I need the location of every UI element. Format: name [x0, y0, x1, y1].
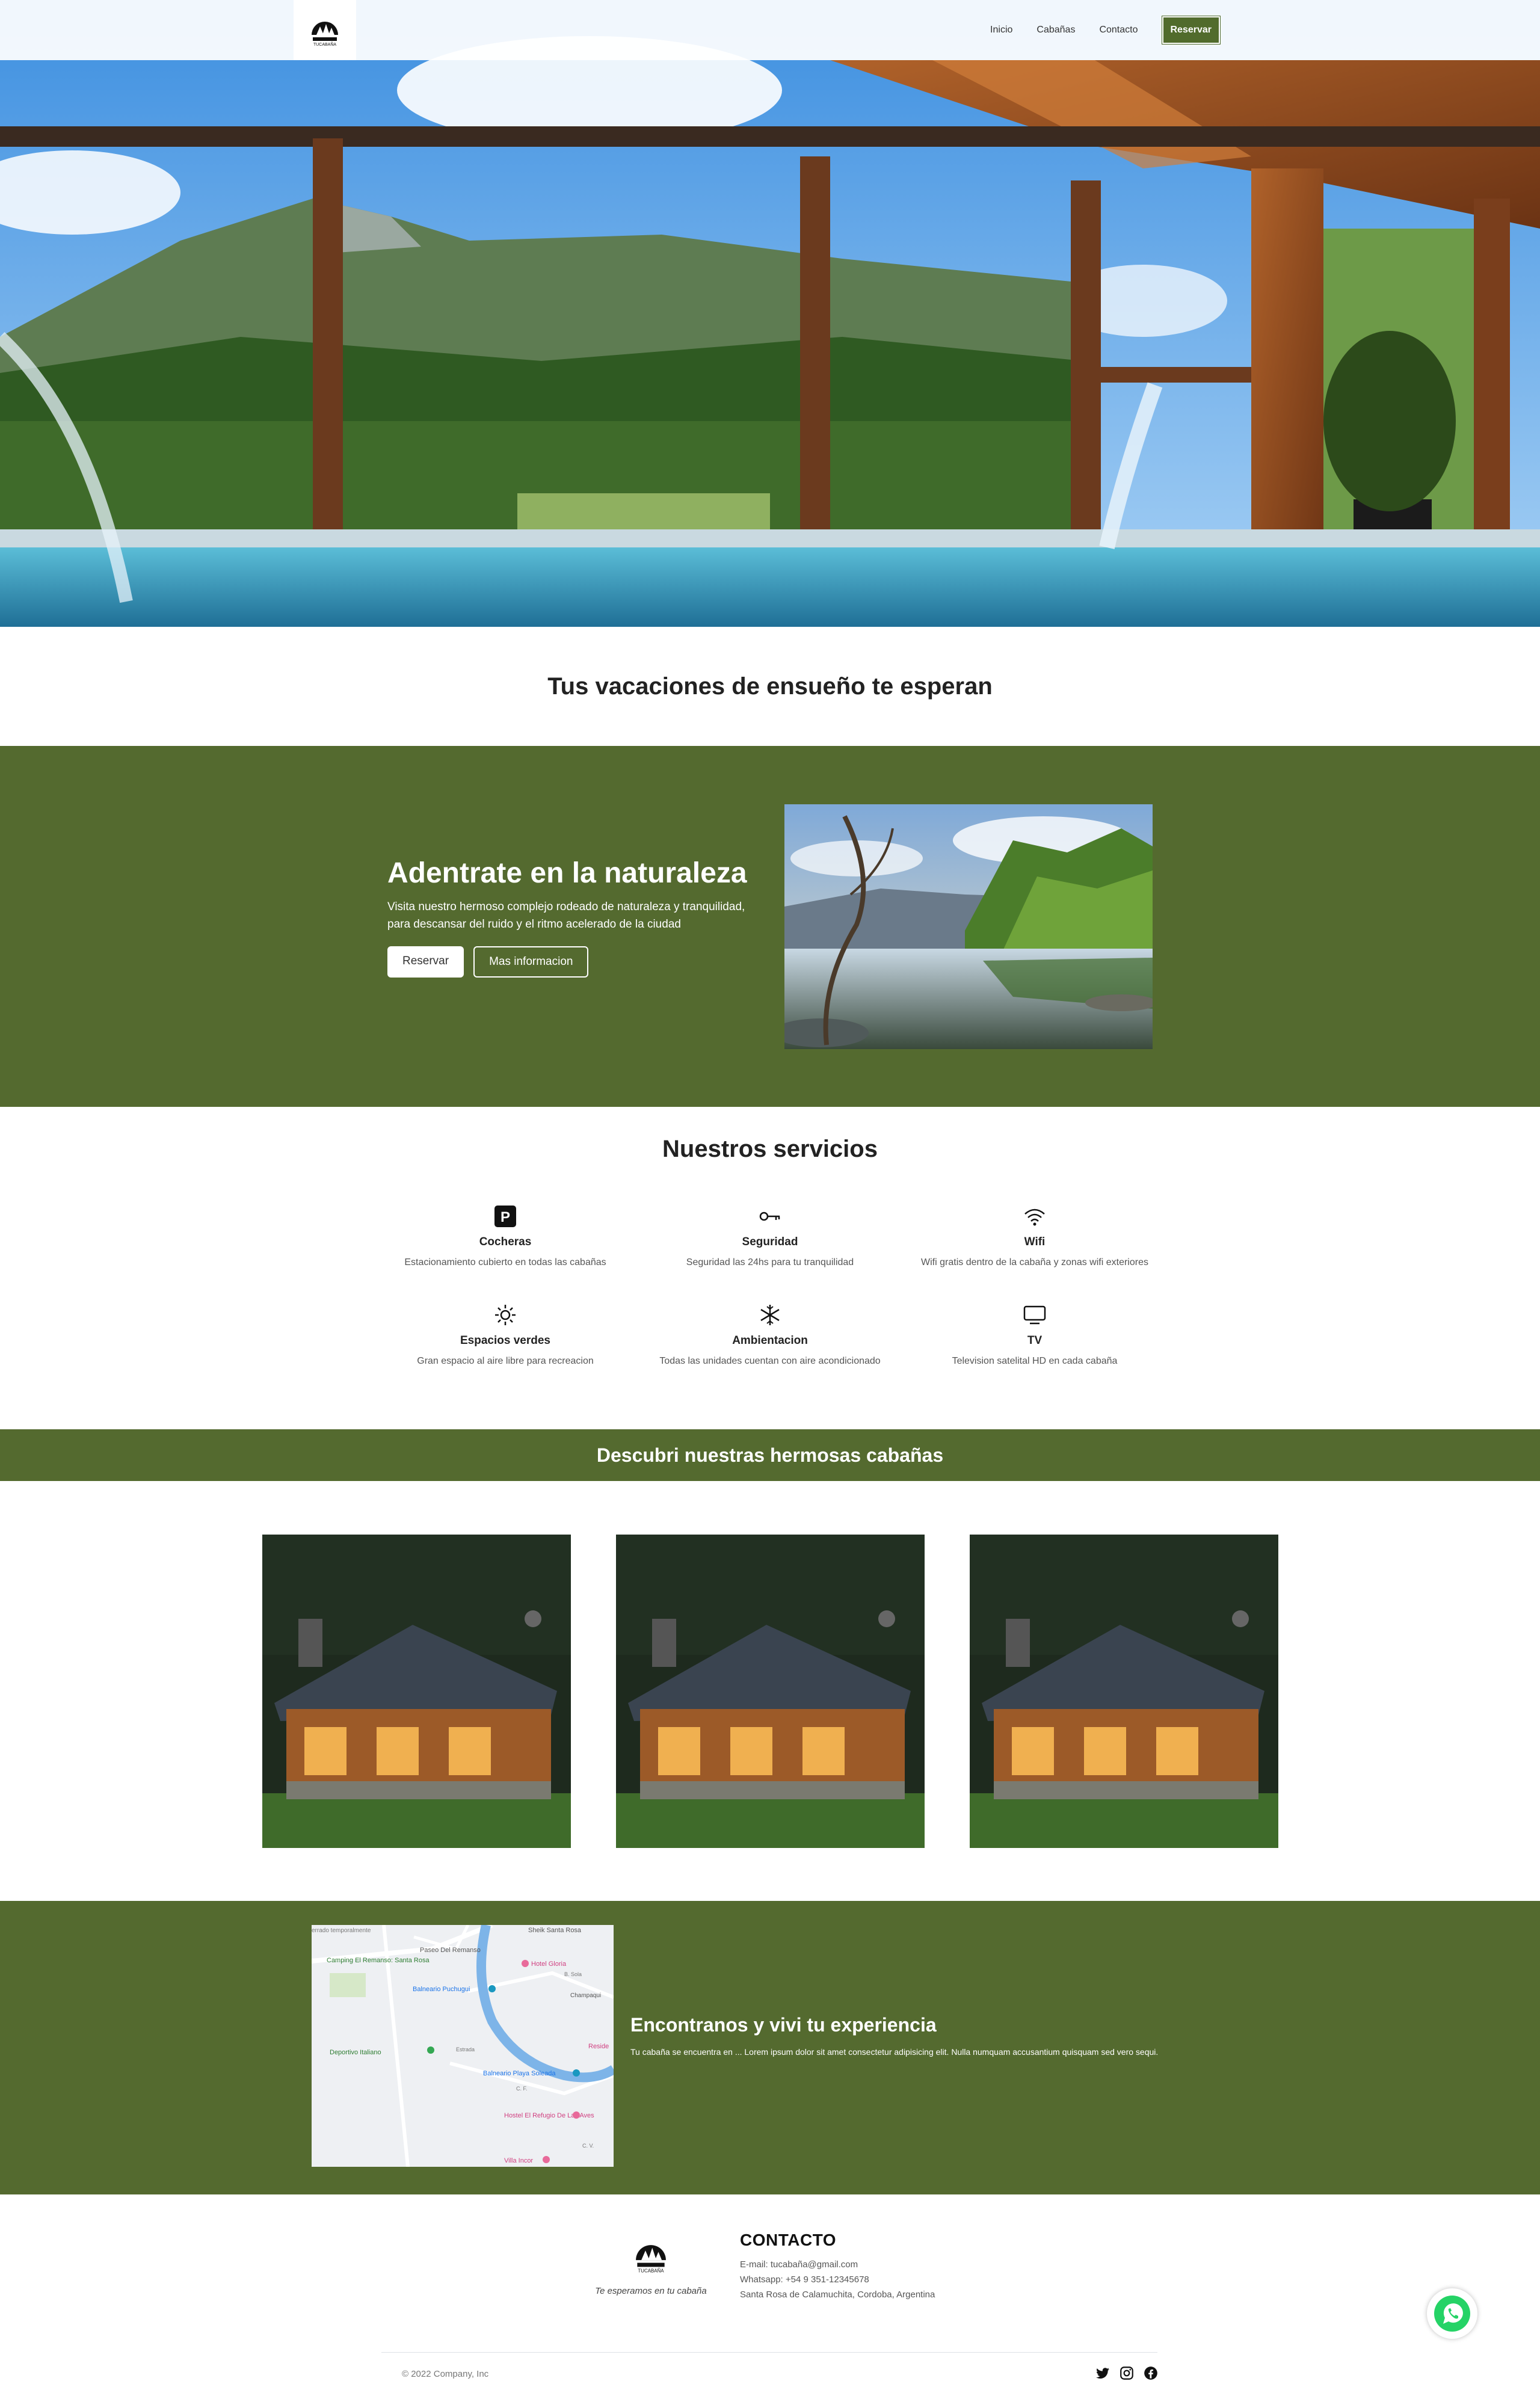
services-section: Nuestros servicios P Cocheras Estacionam…: [0, 1107, 1540, 1429]
service-ambientacion: Ambientacion Todas las unidades cuentan …: [638, 1303, 902, 1367]
contact-whatsapp: Whatsapp: +54 9 351-12345678: [740, 2274, 869, 2285]
navbar: TUCABAÑA Inicio Cabañas Contacto Reserva…: [0, 0, 1540, 60]
nature-buttons: Reservar Mas informacion: [387, 946, 760, 978]
services-title: Nuestros servicios: [662, 1136, 878, 1162]
reserve-button[interactable]: Reservar: [387, 946, 464, 978]
map-label-hotel: Hotel Gloria: [531, 1960, 567, 1968]
nav-link-inicio[interactable]: Inicio: [978, 25, 1024, 35]
service-name: TV: [1027, 1334, 1043, 1347]
whatsapp-icon: [1434, 2296, 1470, 2332]
map-label-street2: Estrada: [456, 2046, 475, 2052]
contact-email: E-mail: tucabaña@gmail.com: [740, 2259, 858, 2270]
map-label-street4: C. V.: [582, 2143, 594, 2149]
key-icon: [759, 1212, 780, 1221]
service-desc: Wifi gratis dentro de la cabaña y zonas …: [921, 1257, 1148, 1267]
location-text: Encontranos y vivi tu experiencia Tu cab…: [630, 2014, 1220, 2059]
tv-icon: [1023, 1305, 1046, 1325]
nav-link-contacto[interactable]: Contacto: [1087, 25, 1150, 35]
contact-address: Santa Rosa de Calamuchita, Cordoba, Arge…: [740, 2290, 935, 2300]
map-label-street1: B. Sola: [564, 1971, 582, 1977]
map-label-paseo: Paseo Del Remanso: [420, 1947, 481, 1954]
map-label-closed: errado temporalmente: [312, 1927, 371, 1934]
footer-logo-icon: TUCABAÑA: [636, 2245, 666, 2273]
svg-text:P: P: [500, 1209, 510, 1225]
footer-divider: [381, 2352, 1157, 2353]
cabin-photo-1[interactable]: [262, 1535, 571, 1848]
location-title: Encontranos y vivi tu experiencia: [630, 2014, 937, 2036]
map-label-sheik: Sheik Santa Rosa: [528, 1927, 582, 1934]
tagline-section: Tus vacaciones de ensueño te esperan: [0, 627, 1540, 746]
service-name: Ambientacion: [732, 1334, 808, 1347]
location-map[interactable]: errado temporalmente Sheik Santa Rosa Pa…: [312, 1925, 614, 2167]
wifi-icon: [1024, 1209, 1045, 1226]
map-label-resid: Reside: [588, 2043, 609, 2050]
map-label-hostel: Hostel El Refugio De Las Aves: [504, 2112, 594, 2119]
snowflake-icon: [760, 1305, 780, 1325]
copyright: © 2022 Company, Inc: [402, 2369, 489, 2379]
nature-title: Adentrate en la naturaleza: [387, 857, 747, 889]
map-label-deportivo: Deportivo Italiano: [330, 2049, 381, 2056]
facebook-icon[interactable]: [1143, 2365, 1159, 2381]
map-label-champaqui: Champaqui: [570, 1992, 601, 1999]
service-name: Espacios verdes: [460, 1334, 550, 1347]
map-label-playa: Balneario Playa Soleada: [483, 2070, 556, 2077]
sun-icon: [495, 1305, 516, 1325]
nature-section: Adentrate en la naturaleza Visita nuestr…: [0, 746, 1540, 1107]
map-label-villa: Villa Incor: [504, 2157, 533, 2164]
service-name: Seguridad: [742, 1236, 798, 1248]
logo-text: TUCABAÑA: [313, 42, 336, 47]
nav-reserve-button[interactable]: Reservar: [1161, 16, 1221, 45]
social-links: [1095, 2365, 1159, 2381]
cabin-photo-3[interactable]: [970, 1535, 1278, 1848]
whatsapp-button[interactable]: [1427, 2288, 1477, 2339]
footer: TUCABAÑA Te esperamos en tu cabaña CONTA…: [0, 2194, 1540, 2402]
cabins-banner: Descubri nuestras hermosas cabañas: [0, 1429, 1540, 1481]
map-label-balneario: Balneario Puchugui: [413, 1986, 470, 1993]
nav-link-cabanas[interactable]: Cabañas: [1024, 25, 1087, 35]
cabin-logo-icon: TUCABAÑA: [312, 22, 338, 47]
map-label-camping: Camping El Remanso: Santa Rosa: [327, 1957, 430, 1964]
map-label-street3: C. F.: [516, 2086, 528, 2092]
brand-logo[interactable]: TUCABAÑA: [294, 0, 356, 60]
twitter-icon[interactable]: [1095, 2365, 1110, 2381]
service-desc: Seguridad las 24hs para tu tranquilidad: [686, 1257, 854, 1267]
service-desc: Todas las unidades cuentan con aire acon…: [659, 1356, 881, 1366]
cabin-photo-2[interactable]: [616, 1535, 925, 1848]
more-info-button[interactable]: Mas informacion: [473, 946, 589, 978]
service-tv: TV Television satelital HD en cada cabañ…: [902, 1303, 1167, 1367]
instagram-icon[interactable]: [1119, 2365, 1135, 2381]
service-desc: Estacionamiento cubierto en todas las ca…: [404, 1257, 606, 1267]
service-wifi: Wifi Wifi gratis dentro de la cabaña y z…: [902, 1204, 1167, 1268]
service-desc: Television satelital HD en cada cabaña: [952, 1356, 1118, 1366]
cabins-title: Descubri nuestras hermosas cabañas: [596, 1444, 944, 1466]
nav-links: Inicio Cabañas Contacto Reservar: [978, 0, 1221, 60]
service-name: Cocheras: [479, 1236, 532, 1248]
footer-slogan: Te esperamos en tu cabaña: [595, 2286, 707, 2296]
contact-title: CONTACTO: [740, 2231, 837, 2249]
service-desc: Gran espacio al aire libre para recreaci…: [417, 1356, 594, 1366]
location-section: errado temporalmente Sheik Santa Rosa Pa…: [0, 1901, 1540, 2194]
nature-text: Adentrate en la naturaleza Visita nuestr…: [387, 857, 760, 978]
hero-image: [0, 0, 1540, 627]
tagline-heading: Tus vacaciones de ensueño te esperan: [547, 673, 993, 700]
footer-logo-text: TUCABAÑA: [638, 2268, 664, 2273]
service-cocheras: P Cocheras Estacionamiento cubierto en t…: [373, 1204, 638, 1268]
service-seguridad: Seguridad Seguridad las 24hs para tu tra…: [638, 1204, 902, 1268]
contact-block: CONTACTO E-mail: tucabaña@gmail.com What…: [740, 2231, 935, 2302]
location-description: Tu cabaña se encuentra en ... Lorem ipsu…: [630, 2047, 1159, 2057]
service-espacios-verdes: Espacios verdes Gran espacio al aire lib…: [373, 1303, 638, 1367]
nature-description: Visita nuestro hermoso complejo rodeado …: [387, 901, 745, 931]
parking-icon: P: [494, 1206, 516, 1227]
lake-photo: [784, 804, 1153, 1049]
service-name: Wifi: [1024, 1236, 1046, 1248]
